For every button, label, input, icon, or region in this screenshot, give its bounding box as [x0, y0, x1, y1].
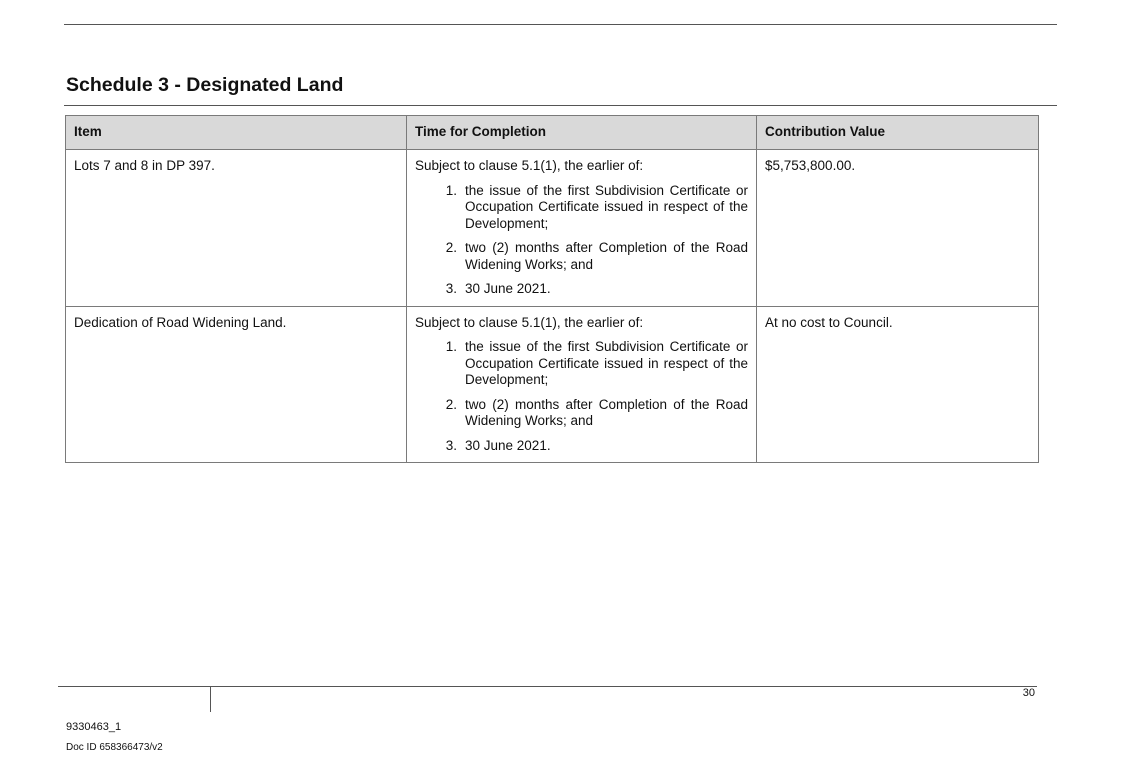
- list-number: 1.: [445, 182, 457, 198]
- list-item: 1. the issue of the first Subdivision Ce…: [415, 183, 748, 233]
- list-number: 3.: [445, 281, 457, 296]
- list-item: 3. 30 June 2021.: [415, 438, 748, 455]
- completion-lead-text: Subject to clause 5.1(1), the earlier of…: [415, 314, 644, 330]
- completion-lead-text: Subject to clause 5.1(1), the earlier of…: [415, 158, 644, 173]
- completion-conditions-list: 1. the issue of the first Subdivision Ce…: [415, 183, 748, 298]
- page-number: 30: [1022, 687, 1035, 699]
- list-text: two (2) months after Completion of the R…: [465, 396, 748, 429]
- footer-divider: [210, 686, 211, 712]
- list-item: 1. the issue of the first Subdivision Ce…: [415, 339, 748, 389]
- table-row: Dedication of Road Widening Land. Subjec…: [65, 305, 1039, 463]
- title-underline: [64, 105, 1057, 106]
- item-cell: Lots 7 and 8 in DP 397.: [65, 149, 407, 307]
- column-header-item: Item: [65, 115, 407, 150]
- table-header-row: Item Time for Completion Contribution Va…: [65, 115, 1039, 150]
- list-item: 2. two (2) months after Completion of th…: [415, 240, 748, 273]
- document-reference: 9330463_1: [66, 721, 122, 733]
- list-number: 1.: [445, 339, 457, 354]
- list-text: 30 June 2021.: [465, 281, 551, 296]
- list-text: two (2) months after Completion of the R…: [465, 240, 748, 272]
- completion-conditions-list: 1. the issue of the first Subdivision Ce…: [415, 339, 748, 454]
- time-for-completion-cell: Subject to clause 5.1(1), the earlier of…: [406, 305, 757, 463]
- column-header-time-for-completion: Time for Completion: [406, 115, 757, 150]
- list-text: the issue of the first Subdivision Certi…: [465, 182, 748, 231]
- list-number: 2.: [445, 396, 457, 412]
- list-text: 30 June 2021.: [465, 437, 551, 453]
- contribution-value-cell: At no cost to Council.: [756, 305, 1039, 463]
- time-for-completion-cell: Subject to clause 5.1(1), the earlier of…: [406, 149, 757, 307]
- header-rule: [64, 24, 1057, 25]
- list-item: 2. two (2) months after Completion of th…: [415, 397, 748, 430]
- list-number: 3.: [445, 437, 457, 453]
- item-cell: Dedication of Road Widening Land.: [65, 305, 407, 463]
- document-id: Doc ID 658366473/v2: [66, 742, 163, 753]
- list-number: 2.: [445, 240, 457, 255]
- column-header-contribution-value: Contribution Value: [756, 115, 1039, 150]
- table-row: Lots 7 and 8 in DP 397. Subject to claus…: [65, 149, 1039, 307]
- contribution-value-cell: $5,753,800.00.: [756, 149, 1039, 307]
- designated-land-table: Item Time for Completion Contribution Va…: [65, 115, 1039, 463]
- list-item: 3. 30 June 2021.: [415, 281, 748, 298]
- footer-rule: [58, 686, 1037, 687]
- page-title: Schedule 3 - Designated Land: [66, 74, 344, 96]
- list-text: the issue of the first Subdivision Certi…: [465, 339, 748, 387]
